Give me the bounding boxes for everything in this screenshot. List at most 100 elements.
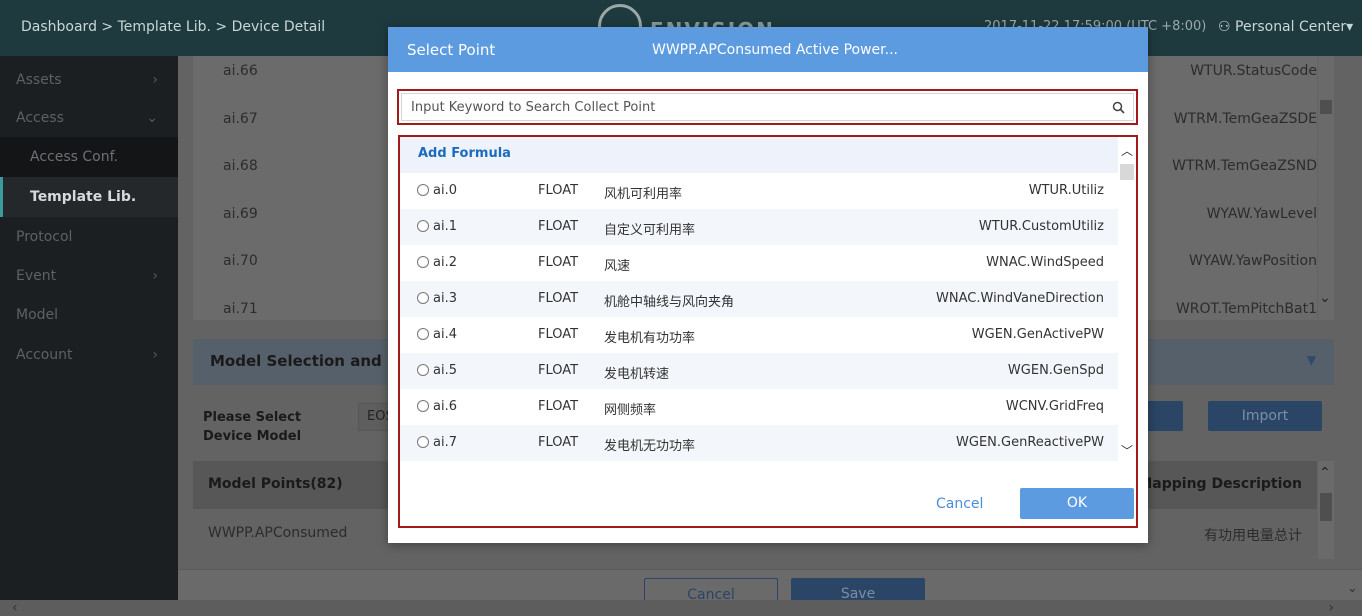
point-code: ai.7 bbox=[433, 435, 457, 450]
point-description: 机舱中轴线与风向夹角 bbox=[604, 295, 735, 310]
breadcrumb[interactable]: Dashboard > Template Lib. > Device Detai… bbox=[21, 19, 325, 35]
point-name: WROT.TemPitchBat1 bbox=[1175, 301, 1317, 317]
point-code: ai.66 bbox=[223, 63, 258, 79]
point-name: WTUR.CustomUtiliz bbox=[978, 219, 1104, 234]
point-code: ai.68 bbox=[223, 158, 258, 174]
list-item[interactable]: ai.1 FLOAT 自定义可利用率 WTUR.CustomUtiliz bbox=[400, 209, 1118, 245]
sidebar-item-label: Access Conf. bbox=[30, 149, 118, 165]
point-type: FLOAT bbox=[538, 291, 579, 306]
list-item[interactable]: ai.3 FLOAT 机舱中轴线与风向夹角 WNAC.WindVaneDirec… bbox=[400, 281, 1118, 317]
sidebar-item-account[interactable]: Account › bbox=[0, 337, 178, 373]
point-name: WTRM.TemGeaZSND bbox=[1172, 158, 1317, 174]
scrollbar-thumb[interactable] bbox=[1320, 100, 1332, 114]
chevron-down-icon[interactable]: ⌄ bbox=[1319, 290, 1331, 306]
sidebar-item-access[interactable]: Access ⌄ bbox=[0, 100, 178, 136]
dialog-ok-button[interactable]: OK bbox=[1020, 488, 1134, 519]
model-point-name: WWPP.APConsumed bbox=[208, 525, 348, 541]
table-scrollbar[interactable]: ⌄ bbox=[1318, 56, 1334, 320]
caret-down-icon[interactable]: ▼ bbox=[1307, 353, 1316, 367]
point-type: FLOAT bbox=[538, 255, 579, 270]
radio-button[interactable] bbox=[417, 256, 429, 268]
radio-button[interactable] bbox=[417, 328, 429, 340]
point-type: FLOAT bbox=[538, 327, 579, 342]
list-item[interactable]: ai.5 FLOAT 发电机转速 WGEN.GenSpd bbox=[400, 353, 1118, 389]
point-name: WYAW.YawPosition bbox=[1189, 253, 1317, 269]
point-name: WTRM.TemGeaZSDE bbox=[1173, 111, 1317, 127]
personal-center-menu[interactable]: ⚇ Personal Center▾ bbox=[1218, 19, 1353, 35]
search-input[interactable] bbox=[402, 94, 1133, 120]
sidebar-item-label: Model bbox=[16, 307, 59, 323]
sidebar-item-protocol[interactable]: Protocol bbox=[0, 219, 178, 255]
search-box bbox=[397, 89, 1138, 125]
point-code: ai.67 bbox=[223, 111, 258, 127]
radio-button[interactable] bbox=[417, 292, 429, 304]
device-model-label-line1: Please Select bbox=[203, 410, 302, 425]
list-item[interactable]: ai.7 FLOAT 发电机无功功率 WGEN.GenReactivePW bbox=[400, 425, 1118, 461]
sidebar-item-label: Assets bbox=[16, 72, 62, 88]
user-icon: ⚇ bbox=[1218, 19, 1236, 35]
mapping-description-title: Mapping Description bbox=[1138, 476, 1302, 492]
chevron-up-icon[interactable]: ︿ bbox=[1121, 142, 1133, 159]
personal-center-label: Personal Center bbox=[1235, 19, 1347, 35]
sidebar-item-label: Access bbox=[16, 110, 64, 126]
sidebar-item-template-lib[interactable]: Template Lib. bbox=[0, 177, 178, 217]
chevron-right-icon[interactable]: › bbox=[1328, 600, 1334, 616]
sidebar: Assets › Access ⌄ Access Conf. Template … bbox=[0, 56, 178, 616]
sidebar-item-assets[interactable]: Assets › bbox=[0, 62, 178, 98]
point-name: WCNV.GridFreq bbox=[1005, 399, 1104, 414]
chevron-up-icon[interactable]: ⌃ bbox=[1319, 465, 1331, 481]
search-icon[interactable] bbox=[1112, 101, 1125, 114]
chevron-down-icon: ▾ bbox=[1346, 19, 1354, 35]
point-name: WGEN.GenReactivePW bbox=[956, 435, 1104, 450]
horizontal-scrollbar[interactable]: ‹ › bbox=[0, 600, 1362, 616]
scrollbar-thumb[interactable] bbox=[1320, 493, 1332, 521]
point-code: ai.0 bbox=[433, 183, 457, 198]
point-description: 自定义可利用率 bbox=[604, 223, 696, 238]
radio-button[interactable] bbox=[417, 184, 429, 196]
point-code: ai.2 bbox=[433, 255, 457, 270]
import-button[interactable]: Import bbox=[1208, 401, 1322, 431]
dialog-cancel-button[interactable]: Cancel bbox=[936, 496, 983, 512]
point-code: ai.70 bbox=[223, 253, 258, 269]
dialog-header: Select Point WWPP.APConsumed Active Powe… bbox=[388, 27, 1148, 72]
point-type: FLOAT bbox=[538, 399, 579, 414]
sidebar-item-model[interactable]: Model bbox=[0, 297, 178, 333]
point-name: WGEN.GenSpd bbox=[1007, 363, 1104, 378]
add-formula-link[interactable]: Add Formula bbox=[400, 137, 1118, 173]
point-code: ai.71 bbox=[223, 301, 258, 317]
sidebar-item-label: Account bbox=[16, 347, 73, 363]
model-points-scrollbar[interactable]: ⌃ bbox=[1318, 461, 1334, 559]
point-description: 发电机转速 bbox=[604, 367, 670, 382]
section-title: Model Selection and Ma bbox=[210, 352, 413, 370]
sidebar-item-access-conf[interactable]: Access Conf. bbox=[0, 137, 178, 177]
sidebar-item-label: Template Lib. bbox=[30, 189, 137, 205]
point-list-panel: Add Formula ai.0 FLOAT 风机可利用率 WTUR.Utili… bbox=[398, 135, 1138, 528]
radio-button[interactable] bbox=[417, 400, 429, 412]
point-list-scrollbar[interactable]: ︿ ﹀ bbox=[1118, 137, 1136, 462]
radio-button[interactable] bbox=[417, 436, 429, 448]
point-description: 网侧频率 bbox=[604, 403, 657, 418]
chevron-down-icon[interactable]: ﹀ bbox=[1121, 442, 1133, 459]
sidebar-item-event[interactable]: Event › bbox=[0, 258, 178, 294]
model-points-title: Model Points(82) bbox=[208, 476, 343, 492]
list-item[interactable]: ai.6 FLOAT 网侧频率 WCNV.GridFreq bbox=[400, 389, 1118, 425]
list-item[interactable]: ai.4 FLOAT 发电机有功功率 WGEN.GenActivePW bbox=[400, 317, 1118, 353]
list-item[interactable]: ai.2 FLOAT 风速 WNAC.WindSpeed bbox=[400, 245, 1118, 281]
point-code: ai.5 bbox=[433, 363, 457, 378]
point-type: FLOAT bbox=[538, 219, 579, 234]
point-description: 发电机无功功率 bbox=[604, 439, 696, 454]
radio-button[interactable] bbox=[417, 364, 429, 376]
point-list: Add Formula ai.0 FLOAT 风机可利用率 WTUR.Utili… bbox=[400, 137, 1118, 462]
point-name: WYAW.YawLevel bbox=[1206, 206, 1317, 222]
page-scrollbar[interactable]: ⌄ bbox=[1346, 56, 1362, 600]
point-code: ai.6 bbox=[433, 399, 457, 414]
list-item[interactable]: ai.0 FLOAT 风机可利用率 WTUR.Utiliz bbox=[400, 173, 1118, 209]
chevron-down-icon[interactable]: ⌄ bbox=[1347, 581, 1358, 596]
chevron-left-icon[interactable]: ‹ bbox=[12, 600, 18, 616]
radio-button[interactable] bbox=[417, 220, 429, 232]
point-name: WNAC.WindVaneDirection bbox=[936, 291, 1104, 306]
scrollbar-thumb[interactable] bbox=[1120, 164, 1134, 180]
dialog-title: Select Point bbox=[407, 41, 496, 59]
point-code: ai.4 bbox=[433, 327, 457, 342]
sidebar-item-label: Protocol bbox=[16, 229, 73, 245]
